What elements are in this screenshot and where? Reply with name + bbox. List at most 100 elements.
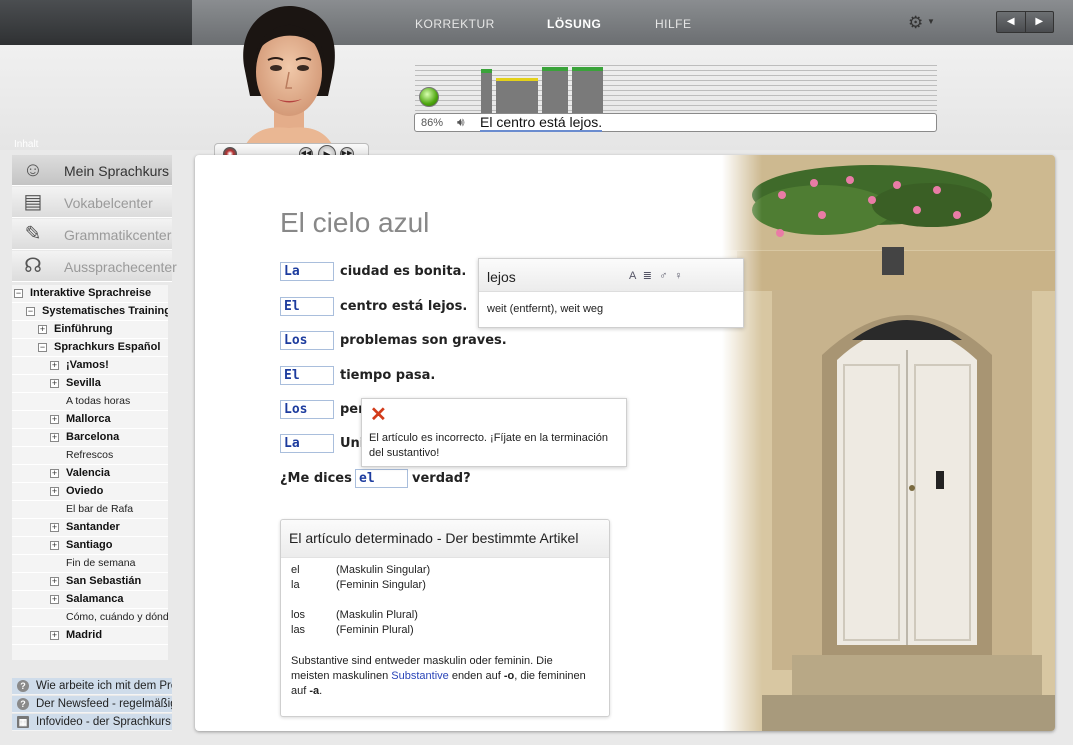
- tree-toggle[interactable]: +: [50, 433, 59, 442]
- help-item-newsfeed[interactable]: ? Der Newsfeed - regelmäßig: [12, 696, 172, 713]
- article-gender: (Feminin Plural): [336, 624, 414, 636]
- tree-item[interactable]: + Salamanca: [12, 591, 168, 609]
- tree-item[interactable]: A todas horas: [12, 393, 168, 411]
- next-button[interactable]: ▶: [1026, 12, 1054, 32]
- tree-item[interactable]: + Santiago: [12, 537, 168, 555]
- speaker-icon[interactable]: 🔊︎: [457, 115, 465, 130]
- nav-korrektur[interactable]: KORREKTUR: [415, 17, 495, 31]
- article: los: [291, 609, 306, 621]
- dictionary-tools: A ≣ ♂ ♀: [629, 269, 685, 282]
- female-audio-icon[interactable]: ♀: [674, 270, 684, 282]
- gear-icon[interactable]: ⚙: [908, 13, 923, 33]
- answer-field[interactable]: el: [355, 469, 408, 488]
- dictionary-header: lejos A ≣ ♂ ♀: [479, 259, 743, 292]
- toolbar-left-dark: [0, 0, 192, 45]
- tree-item[interactable]: + Oviedo: [12, 483, 168, 501]
- answer-field[interactable]: La: [280, 262, 334, 281]
- menu-grammatikcenter[interactable]: ✎ Grammatikcenter: [12, 219, 172, 250]
- nav-hilfe[interactable]: HILFE: [655, 17, 692, 31]
- help-item-infovideo[interactable]: ▦ Infovideo - der Sprachkurs: [12, 714, 172, 731]
- menu-mein-sprachkurs[interactable]: ☺ Mein Sprachkurs: [12, 155, 172, 186]
- tree-toggle[interactable]: +: [50, 523, 59, 532]
- ending-a: -a: [309, 685, 320, 697]
- article: la: [291, 579, 300, 591]
- tree-item[interactable]: Fin de semana: [12, 555, 168, 573]
- tree-item[interactable]: + San Sebastián: [12, 573, 168, 591]
- tree-item[interactable]: − Systematisches Training: [12, 303, 168, 321]
- help-label: Wie arbeite ich mit dem Programm?: [36, 680, 172, 692]
- sentence-text: verdad?: [412, 471, 471, 486]
- tree-label: Santander: [66, 521, 120, 533]
- tree-toggle[interactable]: +: [50, 361, 59, 370]
- tree-item[interactable]: + Sevilla: [12, 375, 168, 393]
- tree-label: Einführung: [54, 323, 113, 335]
- tree-item[interactable]: + ¡Vamos!: [12, 357, 168, 375]
- meter-bar: [572, 67, 603, 115]
- tree-item[interactable]: Refrescos: [12, 447, 168, 465]
- tree-label: Santiago: [66, 539, 113, 551]
- tree-toggle[interactable]: +: [50, 379, 59, 388]
- door-photo: [722, 155, 1055, 731]
- tree-label: Oviedo: [66, 485, 104, 497]
- tree-toggle[interactable]: +: [50, 577, 59, 586]
- tree-item[interactable]: El bar de Rafa: [12, 501, 168, 519]
- tree-label: Refrescos: [66, 449, 114, 461]
- tree-toggle[interactable]: −: [26, 307, 35, 316]
- tree-toggle[interactable]: −: [14, 289, 23, 298]
- sidebar-title: Inhalt: [14, 139, 39, 150]
- tree-item[interactable]: + Mallorca: [12, 411, 168, 429]
- substantive-link[interactable]: Substantive: [391, 670, 448, 682]
- tree-toggle[interactable]: +: [50, 595, 59, 604]
- help-item-arbeiten[interactable]: ? Wie arbeite ich mit dem Programm?: [12, 678, 172, 695]
- tree-label: El bar de Rafa: [66, 503, 134, 515]
- article-gender: (Maskulin Singular): [336, 564, 431, 576]
- help-icon: ?: [17, 698, 29, 710]
- tree-label: Barcelona: [66, 431, 120, 443]
- tree-item[interactable]: + Barcelona: [12, 429, 168, 447]
- tree-item[interactable]: + Einführung: [12, 321, 168, 339]
- headphones-icon: ☊: [24, 255, 42, 277]
- note-text: enden auf: [448, 670, 504, 682]
- menu-vokabelcenter[interactable]: ▤ Vokabelcenter: [12, 187, 172, 218]
- tree-toggle[interactable]: +: [38, 325, 47, 334]
- tree-label: ¡Vamos!: [66, 359, 109, 371]
- tree-item[interactable]: + Madrid: [12, 627, 168, 645]
- tree-label: Sevilla: [66, 377, 101, 389]
- answer-field[interactable]: El: [280, 297, 334, 316]
- nav-loesung[interactable]: LÖSUNG: [547, 17, 601, 31]
- tree-toggle[interactable]: −: [38, 343, 47, 352]
- tree-label: Fin de semana: [66, 557, 136, 569]
- male-audio-icon[interactable]: ♂: [659, 270, 669, 282]
- answer-field[interactable]: El: [280, 366, 334, 385]
- tree-toggle[interactable]: +: [50, 415, 59, 424]
- prev-button[interactable]: ◀: [997, 12, 1026, 32]
- tree-item[interactable]: + Santander: [12, 519, 168, 537]
- tree-item[interactable]: + Valencia: [12, 465, 168, 483]
- article-gender: (Feminin Singular): [336, 579, 426, 591]
- tree-toggle[interactable]: +: [50, 487, 59, 496]
- chevron-down-icon[interactable]: ▼: [927, 17, 935, 26]
- film-icon: ▦: [17, 716, 29, 728]
- status-light: [419, 87, 439, 107]
- tree-label: A todas horas: [66, 395, 131, 407]
- tree-toggle[interactable]: +: [50, 469, 59, 478]
- tree-item[interactable]: − Sprachkurs Español: [12, 339, 168, 357]
- answer-field[interactable]: Los: [280, 400, 334, 419]
- tree-label: Salamanca: [66, 593, 124, 605]
- tree-toggle[interactable]: +: [50, 631, 59, 640]
- help-label: Infovideo - der Sprachkurs: [36, 716, 171, 728]
- font-icon[interactable]: A: [629, 270, 638, 282]
- dictionary-pages-icon: ▤: [23, 191, 43, 213]
- tree-item[interactable]: Cómo, cuándo y dónde: [12, 609, 168, 627]
- menu-aussprachecenter[interactable]: ☊ Aussprachecenter: [12, 251, 177, 282]
- answer-field[interactable]: Los: [280, 331, 334, 350]
- tree-label: Madrid: [66, 629, 103, 641]
- tree-toggle[interactable]: +: [50, 541, 59, 550]
- tree-item[interactable]: − Interaktive Sprachreise: [12, 285, 168, 303]
- article: las: [291, 624, 306, 636]
- answer-field[interactable]: La: [280, 434, 334, 453]
- tree-label: Interaktive Sprachreise: [30, 287, 152, 299]
- headset-person-icon: ☺: [22, 159, 44, 181]
- spoken-phrase: El centro está lejos.: [480, 114, 603, 132]
- list-icon[interactable]: ≣: [643, 270, 654, 282]
